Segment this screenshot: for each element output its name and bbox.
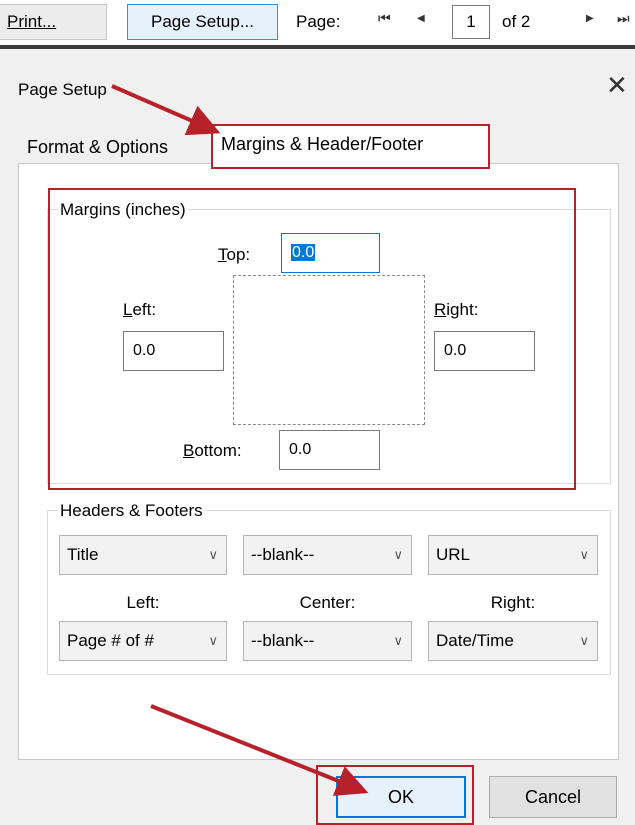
arrow-to-tab <box>111 84 221 136</box>
arrow-to-ok <box>150 704 369 796</box>
annotation-arrows <box>111 84 369 796</box>
